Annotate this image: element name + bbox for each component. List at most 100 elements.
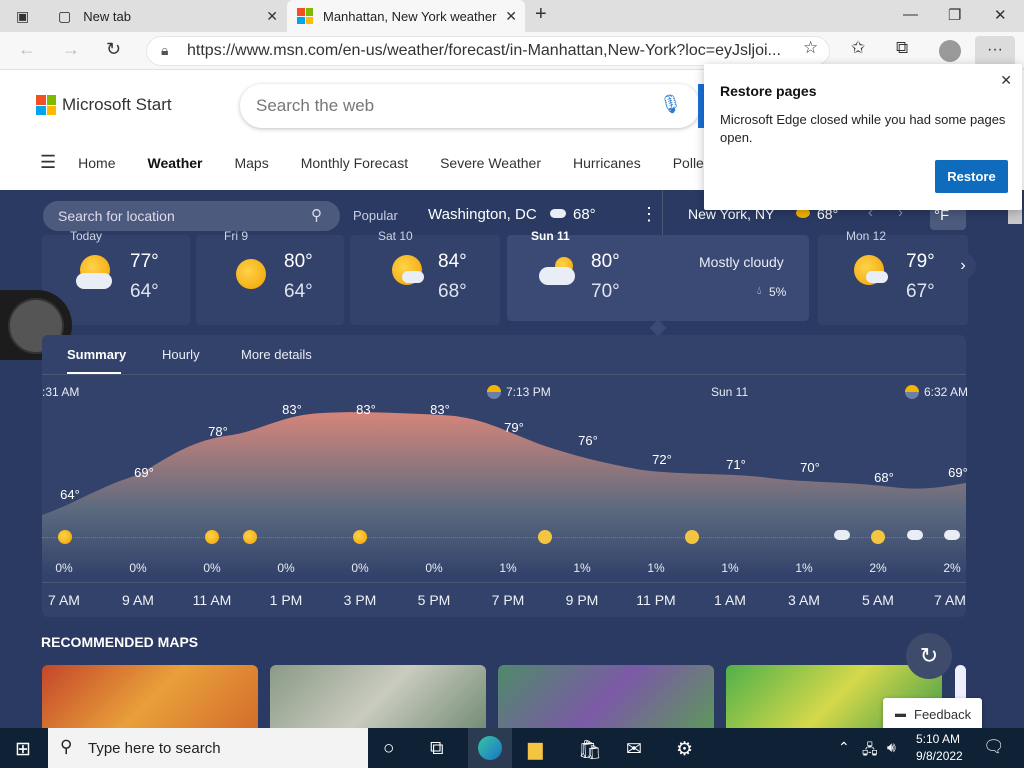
feedback-label: Feedback bbox=[914, 706, 972, 722]
refresh-icon[interactable]: ↻ bbox=[906, 633, 952, 679]
menu-monthly-forecast[interactable]: Monthly Forecast bbox=[301, 155, 408, 171]
cloudy-icon bbox=[834, 530, 850, 540]
precip-drop-icon: 💧︎ bbox=[757, 285, 762, 297]
add-favorite-icon[interactable]: ☆ bbox=[803, 38, 818, 58]
cortana-icon[interactable]: ○ bbox=[383, 738, 394, 760]
hour-label: 5 PM bbox=[417, 592, 451, 608]
cloud-icon bbox=[550, 209, 566, 218]
map-thumbnail-satellite[interactable] bbox=[270, 665, 486, 728]
hourly-temp: 64° bbox=[60, 487, 80, 502]
hourly-temp: 71° bbox=[726, 457, 746, 472]
clock-date[interactable]: 9/8/2022 bbox=[916, 749, 963, 763]
day-card-sun-selected[interactable]: Sun 11 80° 70° Mostly cloudy 💧︎ 5% bbox=[507, 229, 809, 321]
icon-baseline bbox=[42, 537, 966, 538]
scrollbar-thumb[interactable] bbox=[1008, 208, 1022, 224]
feedback-icon: ▬ bbox=[895, 708, 906, 720]
partly-cloudy-night-icon bbox=[871, 530, 885, 544]
tab-actions-icon[interactable]: ▣ bbox=[16, 8, 29, 25]
close-icon[interactable]: ✕ bbox=[505, 8, 517, 25]
next-days-icon[interactable]: › bbox=[950, 253, 976, 279]
minimize-icon[interactable]: — bbox=[903, 6, 918, 23]
map-thumbnail-radar[interactable] bbox=[498, 665, 714, 728]
file-explorer-icon[interactable]: ▆ bbox=[528, 738, 543, 761]
close-icon[interactable]: ✕ bbox=[266, 8, 278, 25]
popular-city[interactable]: Washington, DC bbox=[428, 206, 537, 223]
hourly-precip: 0% bbox=[129, 561, 147, 575]
tab-manhattan-weather[interactable]: Manhattan, New York weather fo ✕ bbox=[287, 0, 525, 32]
menu-severe-weather[interactable]: Severe Weather bbox=[440, 155, 541, 171]
taskbar-search-input[interactable]: ⚲ Type here to search bbox=[48, 728, 368, 768]
day-condition: Mostly cloudy bbox=[699, 254, 784, 270]
menu-home[interactable]: Home bbox=[78, 155, 115, 171]
task-view-icon[interactable]: ⧉ bbox=[430, 738, 444, 760]
hourly-precip: 1% bbox=[795, 561, 813, 575]
hourly-temp: 83° bbox=[282, 402, 302, 417]
day-high: 84° bbox=[438, 251, 467, 272]
tab-more-details[interactable]: More details bbox=[241, 347, 312, 362]
clock-time[interactable]: 5:10 AM bbox=[916, 732, 960, 746]
hourly-precip: 0% bbox=[277, 561, 295, 575]
hour-label: 5 AM bbox=[862, 592, 894, 608]
hamburger-menu-icon[interactable]: ☰ bbox=[40, 152, 56, 173]
new-tab-icon: ▢ bbox=[58, 7, 72, 24]
chevron-up-icon[interactable]: ⌃ bbox=[838, 739, 850, 756]
hourly-temp: 78° bbox=[208, 424, 228, 439]
collections-icon[interactable]: ⧉ bbox=[896, 38, 908, 58]
tab-new-tab[interactable]: ▢ New tab ✕ bbox=[46, 0, 286, 32]
menu-weather[interactable]: Weather bbox=[148, 155, 203, 171]
day-label: Sat 10 bbox=[378, 229, 413, 243]
tab-summary[interactable]: Summary bbox=[67, 347, 126, 362]
mail-icon[interactable]: ✉ bbox=[626, 738, 642, 761]
settings-gear-icon[interactable]: ⚙ bbox=[676, 738, 693, 761]
selection-pointer bbox=[649, 319, 667, 337]
search-icon[interactable]: ⚲ bbox=[311, 206, 322, 224]
url-text: https://www.msn.com/en-us/weather/foreca… bbox=[187, 42, 781, 59]
feedback-button[interactable]: ▬ Feedback bbox=[883, 698, 982, 730]
day-low: 64° bbox=[284, 281, 313, 302]
hour-label: 11 PM bbox=[636, 592, 676, 608]
forward-icon[interactable]: → bbox=[62, 39, 80, 60]
more-options-icon[interactable]: ⋮ bbox=[640, 204, 658, 225]
day-card-mon[interactable]: Mon 12 79° 67° bbox=[818, 229, 968, 325]
network-icon[interactable]: 🖧︎ bbox=[862, 739, 878, 763]
close-icon[interactable]: ✕ bbox=[1000, 72, 1012, 89]
day-card-sat[interactable]: Sat 10 84° 68° bbox=[350, 229, 500, 325]
menu-maps[interactable]: Maps bbox=[234, 155, 268, 171]
cloudy-icon bbox=[907, 530, 923, 540]
location-search-input[interactable]: Search for location ⚲ bbox=[43, 201, 340, 231]
settings-more-icon[interactable]: ··· bbox=[975, 36, 1015, 66]
volume-icon[interactable]: 🔊︎ bbox=[887, 739, 896, 756]
profile-avatar[interactable] bbox=[939, 40, 961, 62]
edge-icon[interactable] bbox=[478, 736, 502, 760]
map-thumbnail-temperature[interactable] bbox=[42, 665, 258, 728]
favorites-icon[interactable]: ✩ bbox=[851, 38, 865, 58]
day-high: 77° bbox=[130, 251, 159, 272]
refresh-icon[interactable]: ↻ bbox=[106, 39, 121, 60]
day-card-fri[interactable]: Fri 9 80° 64° bbox=[196, 229, 344, 325]
restore-window-icon[interactable]: ❐ bbox=[948, 6, 961, 24]
tab-hourly[interactable]: Hourly bbox=[162, 347, 200, 362]
restore-pages-popup: Restore pages ✕ Microsoft Edge closed wh… bbox=[704, 64, 1022, 210]
sunny-icon bbox=[236, 259, 266, 289]
close-window-icon[interactable]: ✕ bbox=[994, 6, 1007, 24]
partly-sunny-icon bbox=[205, 530, 219, 544]
back-icon[interactable]: ← bbox=[18, 39, 36, 60]
popular-temp: 68° bbox=[573, 206, 596, 223]
lock-icon[interactable]: 🔒︎ bbox=[161, 42, 168, 59]
new-tab-button[interactable]: + bbox=[535, 3, 547, 26]
store-icon[interactable]: 🛍︎ bbox=[578, 738, 602, 762]
taskbar-search-placeholder: Type here to search bbox=[88, 739, 221, 757]
notifications-icon[interactable]: 🗨︎ bbox=[983, 737, 1005, 757]
partly-sunny-icon bbox=[76, 255, 116, 291]
url-field[interactable]: 🔒︎ https://www.msn.com/en-us/weather/for… bbox=[146, 36, 830, 66]
microsoft-start-logo[interactable]: Microsoft Start bbox=[36, 95, 172, 115]
hour-label: 3 PM bbox=[343, 592, 377, 608]
menu-hurricanes[interactable]: Hurricanes bbox=[573, 155, 641, 171]
popup-message: Microsoft Edge closed while you had some… bbox=[720, 112, 1006, 145]
web-search-input[interactable]: Search the web 🎙︎ bbox=[240, 84, 700, 128]
microphone-icon[interactable]: 🎙︎ bbox=[659, 94, 682, 115]
hourly-temp: 79° bbox=[504, 420, 524, 435]
restore-button[interactable]: Restore bbox=[935, 160, 1008, 193]
windows-start-icon[interactable]: ⊞ bbox=[15, 738, 31, 761]
hour-label: 11 AM bbox=[192, 592, 232, 608]
